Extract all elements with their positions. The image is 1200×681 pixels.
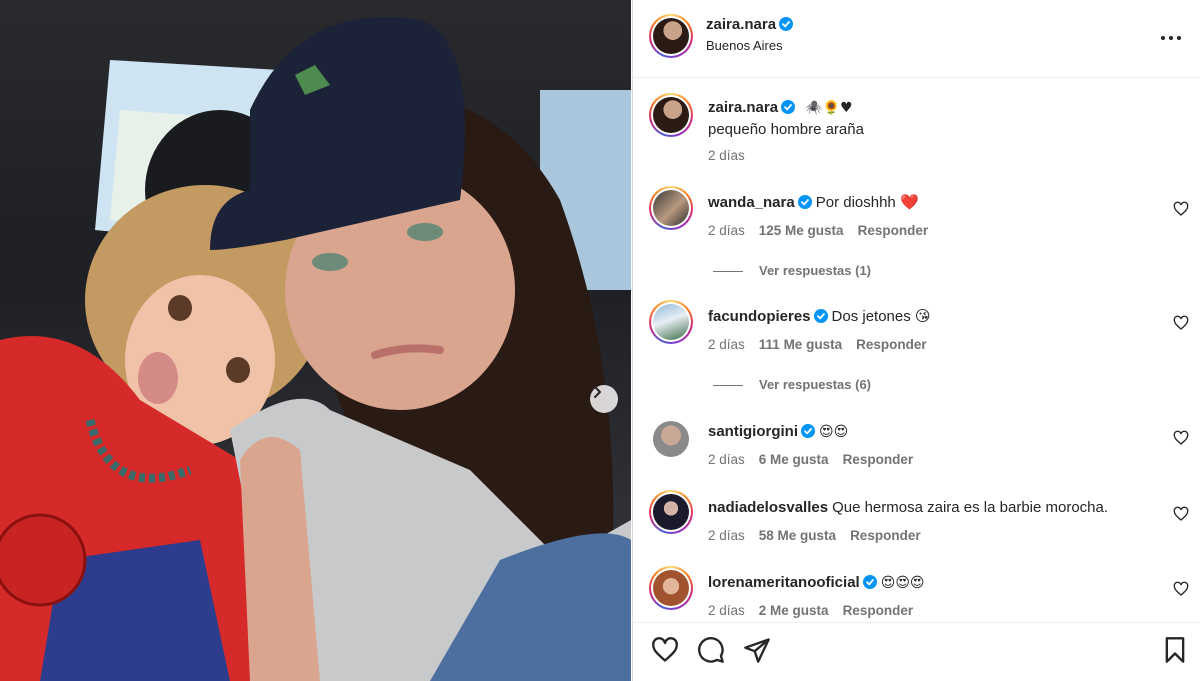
caption-text: pequeño hombre araña xyxy=(708,121,864,138)
comment-likes[interactable]: 111 Me gusta xyxy=(759,337,842,352)
comment-username[interactable]: wanda_nara xyxy=(708,194,795,211)
comment-heart-icon[interactable] xyxy=(1173,201,1189,217)
comment-time[interactable]: 2 días xyxy=(708,603,745,618)
post-header: zaira.nara Buenos Aires xyxy=(633,0,1200,78)
comment-likes[interactable]: 6 Me gusta xyxy=(759,452,829,467)
commenter-avatar[interactable] xyxy=(649,300,693,344)
comment-meta: 2 días 2 Me gusta Responder xyxy=(708,603,927,618)
commenter-avatar[interactable] xyxy=(649,490,693,534)
post-sidebar: zaira.nara Buenos Aires zaira.nara 🕷️🌻♥ … xyxy=(632,0,1200,681)
view-replies-button[interactable]: Ver respuestas (6) xyxy=(713,377,871,392)
comment-heart-icon[interactable] xyxy=(1173,430,1189,446)
comment-body: 😍😍😍 xyxy=(880,575,925,591)
reply-button[interactable]: Responder xyxy=(850,528,921,543)
comment-meta: 2 días 111 Me gusta Responder xyxy=(708,337,941,352)
comment-username[interactable]: nadiadelosvalles xyxy=(708,499,828,516)
reply-button[interactable]: Responder xyxy=(856,337,927,352)
verified-badge-icon xyxy=(801,424,815,438)
post-location[interactable]: Buenos Aires xyxy=(706,38,793,53)
comment-text-line: santigiorgini 😍😍 xyxy=(708,423,848,440)
comment-username[interactable]: santigiorgini xyxy=(708,423,798,440)
comment-icon[interactable] xyxy=(697,636,725,664)
comment-likes[interactable]: 2 Me gusta xyxy=(759,603,829,618)
comment-heart-icon[interactable] xyxy=(1173,315,1189,331)
comment-meta: 2 días 6 Me gusta Responder xyxy=(708,452,927,467)
post-actions-bar xyxy=(633,622,1200,681)
heart-icon[interactable] xyxy=(651,636,679,664)
post-photo xyxy=(0,0,631,681)
comment-username[interactable]: facundopieres xyxy=(708,308,811,325)
comment-text-line: lorenameritanooficial 😍😍😍 xyxy=(708,574,925,591)
more-options-icon[interactable] xyxy=(1159,28,1183,48)
reply-button[interactable]: Responder xyxy=(843,452,914,467)
comment-time[interactable]: 2 días xyxy=(708,452,745,467)
verified-badge-icon xyxy=(779,17,794,31)
comment-body: Que hermosa zaira es la barbie morocha. xyxy=(832,499,1109,516)
comment-username[interactable]: lorenameritanooficial xyxy=(708,574,860,591)
comment-time[interactable]: 2 días xyxy=(708,223,745,238)
caption-line: zaira.nara 🕷️🌻♥ xyxy=(708,99,853,116)
commenter-avatar[interactable] xyxy=(649,566,693,610)
bookmark-icon[interactable] xyxy=(1161,636,1189,664)
caption-avatar[interactable] xyxy=(649,93,693,137)
comments-list: zaira.nara 🕷️🌻♥ pequeño hombre araña 2 d… xyxy=(633,79,1200,622)
comment-meta: 2 días 125 Me gusta Responder xyxy=(708,223,942,238)
reply-button[interactable]: Responder xyxy=(843,603,914,618)
comment-body: Dos jetones 😘 xyxy=(831,308,931,325)
comment-meta: 2 días 58 Me gusta Responder xyxy=(708,528,935,543)
verified-badge-icon xyxy=(813,309,828,323)
comment-heart-icon[interactable] xyxy=(1173,581,1189,597)
comment-text-line: nadiadelosvalles Que hermosa zaira es la … xyxy=(708,499,1108,516)
caption-emojis: 🕷️🌻♥ xyxy=(805,100,853,116)
comment-likes[interactable]: 58 Me gusta xyxy=(759,528,836,543)
view-replies-button[interactable]: Ver respuestas (1) xyxy=(713,263,871,278)
author-username[interactable]: zaira.nara xyxy=(706,16,776,33)
reply-button[interactable]: Responder xyxy=(858,223,929,238)
comment-likes[interactable]: 125 Me gusta xyxy=(759,223,844,238)
share-icon[interactable] xyxy=(743,636,771,664)
comment-time[interactable]: 2 días xyxy=(708,528,745,543)
chevron-right-icon xyxy=(594,386,601,398)
commenter-avatar[interactable] xyxy=(649,186,693,230)
comment-time[interactable]: 2 días xyxy=(708,337,745,352)
caption-time[interactable]: 2 días xyxy=(708,148,745,163)
comment-text-line: wanda_nara Por dioshhh ❤️ xyxy=(708,193,919,211)
comment-text-line: facundopieres Dos jetones 😘 xyxy=(708,307,931,325)
verified-badge-icon xyxy=(862,575,877,589)
verified-badge-icon xyxy=(781,100,796,114)
commenter-avatar[interactable] xyxy=(653,421,689,457)
verified-badge-icon xyxy=(797,195,812,209)
photo-illustration xyxy=(0,16,631,681)
comment-body: Por dioshhh ❤️ xyxy=(815,194,919,211)
comment-body: 😍😍 xyxy=(819,424,849,440)
caption-username[interactable]: zaira.nara xyxy=(708,99,778,116)
comment-heart-icon[interactable] xyxy=(1173,506,1189,522)
author-info: zaira.nara Buenos Aires xyxy=(706,16,794,53)
carousel-next-button[interactable] xyxy=(590,385,618,413)
author-avatar[interactable] xyxy=(649,14,693,58)
